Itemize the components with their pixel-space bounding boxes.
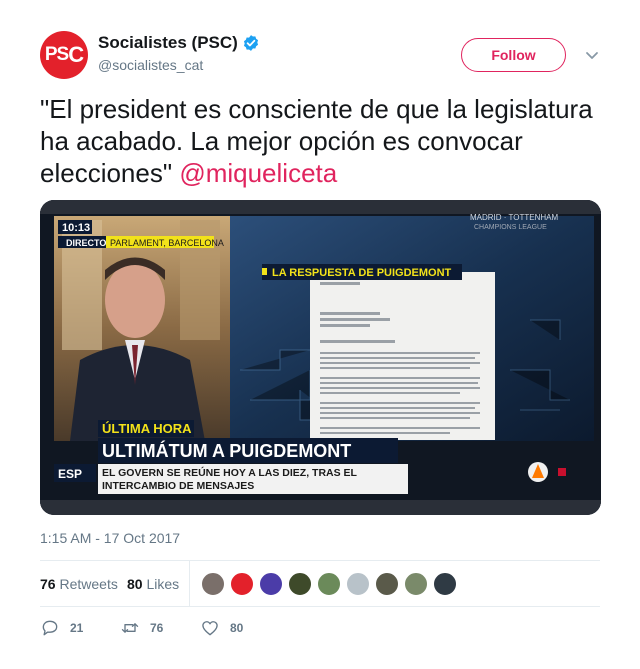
retweet-count: 76 [150,621,164,635]
likes-count: 80 [127,576,143,592]
liker-avatar[interactable] [375,572,399,596]
liker-avatar[interactable] [288,572,312,596]
reply-button[interactable]: 21 [40,618,83,638]
follow-button[interactable]: Follow [461,38,566,72]
mention-link[interactable]: @miqueliceta [179,158,337,188]
tweet-stats: 76 Retweets 80 Likes [40,561,600,607]
liker-avatar[interactable] [230,572,254,596]
display-name[interactable]: Socialistes (PSC) [98,33,238,53]
retweet-icon [121,623,139,633]
reply-icon [42,620,58,636]
likers-avatars [201,572,462,596]
avatar[interactable]: PS C [40,31,88,79]
liker-avatar[interactable] [404,572,428,596]
antena3-logo [528,462,548,482]
retweets-label: Retweets [59,576,118,592]
liker-avatar[interactable] [317,572,341,596]
divider-bottom [40,606,600,607]
tweet-actions: 21 76 80 [40,618,600,642]
tweet-header: PS C Socialistes (PSC) @socialistes_cat F… [40,31,604,83]
clock: 10:13 [62,222,90,234]
likes-label: Likes [146,576,180,592]
liker-avatar[interactable] [259,572,283,596]
stats-separator [189,561,190,607]
corner-text-1: MADRID · TOTTENHAM [470,213,558,222]
retweet-button[interactable]: 76 [120,618,163,638]
avatar-text: PS [44,44,69,65]
avatar-text-c: C [68,42,84,67]
tweet-text: "El president es consciente de que la le… [40,93,600,189]
headline-text: ULTIMÁTUM A PUIGDEMONT [102,440,351,461]
author-names: Socialistes (PSC) @socialistes_cat [98,33,260,73]
letter-document [310,272,495,440]
breaking-tag: ÚLTIMA HORA [102,421,192,436]
verified-badge-icon [243,35,258,51]
like-count: 80 [230,621,244,635]
retweets-stat[interactable]: 76 Retweets [40,576,118,592]
subline-2: INTERCAMBIO DE MENSAJES [102,480,254,492]
author-handle[interactable]: @socialistes_cat [98,57,260,73]
liker-avatar[interactable] [433,572,457,596]
live-tag: DIRECTO [66,238,106,248]
chevron-down-icon[interactable] [582,45,602,65]
corner-text-2: CHAMPIONS LEAGUE [474,224,547,231]
location-tag: PARLAMENT, BARCELONA [110,238,224,248]
reply-count: 21 [70,621,84,635]
retweets-count: 76 [40,576,56,592]
subline-1: EL GOVERN SE REÚNE HOY A LAS DIEZ, TRAS … [102,466,358,479]
like-button[interactable]: 80 [200,618,243,638]
liker-avatar[interactable] [346,572,370,596]
likes-stat[interactable]: 80 Likes [127,576,179,592]
tweet-media-image[interactable]: LA RESPUESTA DE PUIGDEMONT 10:13 DIRECTO… [40,200,601,515]
tv-broadcast-image: LA RESPUESTA DE PUIGDEMONT 10:13 DIRECTO… [40,200,601,515]
liker-avatar[interactable] [201,572,225,596]
tweet-timestamp[interactable]: 1:15 AM - 17 Oct 2017 [40,530,180,546]
speaker-face [105,262,165,338]
display-name-row: Socialistes (PSC) [98,33,260,53]
channel-tag: ESP [58,467,82,481]
heart-icon [202,621,218,636]
panel-title: LA RESPUESTA DE PUIGDEMONT [272,267,452,279]
